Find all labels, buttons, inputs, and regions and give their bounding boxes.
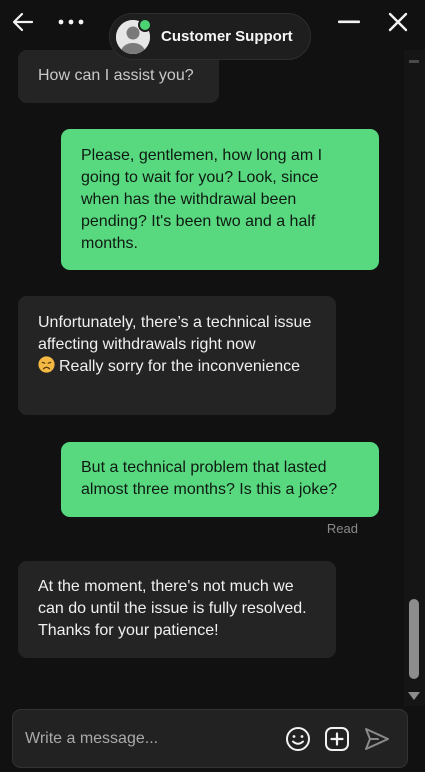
read-status: Read [326, 521, 358, 536]
message-bubble-agent: Unfortunately, there’s a technical issue… [18, 296, 336, 415]
disappointed-face-emoji-icon [38, 356, 55, 373]
add-attachment-icon [325, 727, 349, 751]
chat-title: Customer Support [161, 28, 293, 45]
scrollbar[interactable] [404, 50, 425, 706]
message-list[interactable]: How can I assist you? Please, gentlemen,… [0, 0, 404, 700]
message-text: But a technical problem that lasted almo… [81, 459, 338, 498]
message-input[interactable] [25, 710, 275, 767]
scroll-up-indicator[interactable] [409, 60, 419, 63]
message-composer [12, 709, 408, 768]
message-bubble-user: But a technical problem that lasted almo… [61, 442, 379, 517]
chat-window: How can I assist you? Please, gentlemen,… [0, 0, 425, 772]
emoji-button[interactable] [284, 725, 312, 753]
message-text: How can I assist you? [38, 67, 194, 84]
header-bar: Customer Support [0, 0, 425, 60]
chat-title-pill[interactable]: Customer Support [109, 13, 311, 60]
scroll-down-arrow-icon[interactable] [408, 692, 420, 700]
close-icon [388, 12, 408, 32]
more-options-button[interactable] [56, 8, 86, 36]
scrollbar-thumb[interactable] [409, 599, 419, 679]
message-text: At the moment, there's not much we can d… [38, 578, 307, 639]
minimize-icon [338, 20, 360, 24]
emoji-smile-icon [286, 727, 310, 751]
avatar [116, 17, 152, 54]
send-icon [365, 728, 389, 750]
attach-button[interactable] [323, 725, 351, 753]
arrow-left-icon [12, 12, 34, 32]
message-text: Please, gentlemen, how long am I going t… [81, 147, 323, 252]
message-text: Really sorry for the inconvenience [59, 358, 301, 375]
more-dots-icon [58, 19, 84, 25]
message-text: Unfortunately, there’s a technical issue… [38, 314, 312, 353]
back-button[interactable] [8, 8, 38, 36]
minimize-button[interactable] [334, 8, 364, 36]
send-button[interactable] [363, 725, 391, 753]
online-status-dot [138, 17, 152, 32]
message-bubble-user: Please, gentlemen, how long am I going t… [61, 129, 379, 270]
close-button[interactable] [383, 8, 413, 36]
message-bubble-agent: At the moment, there's not much we can d… [18, 561, 336, 658]
